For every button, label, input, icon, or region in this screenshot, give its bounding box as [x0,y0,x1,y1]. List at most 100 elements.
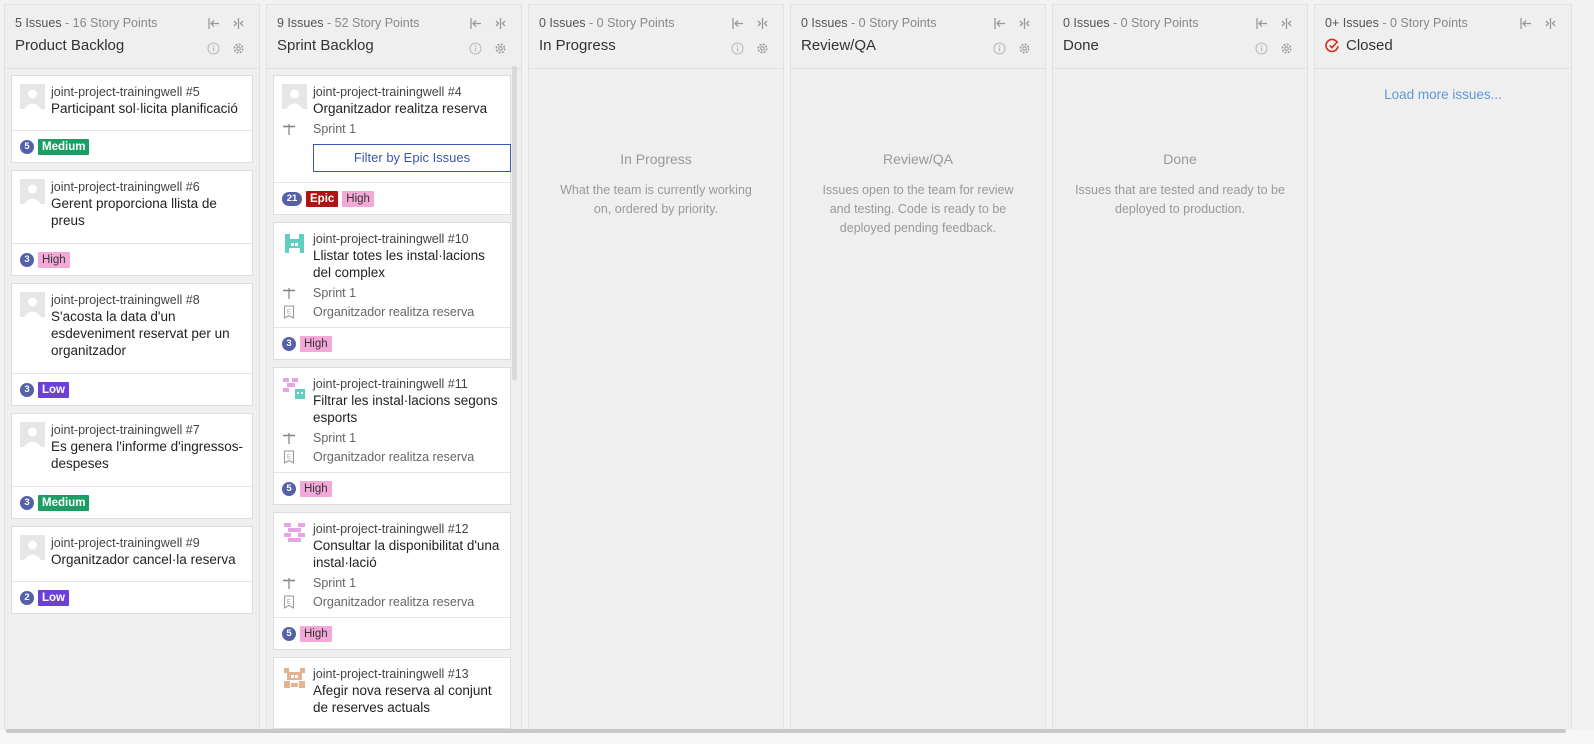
empty-state: In Progress What the team is currently w… [529,69,783,219]
pipeline-in-progress: 0 Issues - 0 Story Points In Progress In… [528,4,784,730]
label-medium[interactable]: Medium [38,138,90,155]
info-icon[interactable] [993,42,1006,55]
info-icon[interactable] [1255,42,1268,55]
issue-repo: joint-project-trainingwell #9 [51,536,200,550]
issue-title[interactable]: Filtrar les instal·lacions segons esport… [313,392,504,426]
epic-label: Organitzador realitza reserva [313,449,475,464]
issue-title[interactable]: Organitzador cancel·la reserva [51,551,246,568]
issue-count: 5 Issues [15,16,62,30]
collapse-pipeline-icon[interactable] [1544,17,1557,30]
issue-card[interactable]: joint-project-trainingwell #8 S'acosta l… [11,283,253,406]
empty-state-title: Done [1163,151,1197,167]
label-high[interactable]: High [38,251,70,268]
pipeline-sprint-backlog: 9 Issues - 52 Story Points Sprint Backlo… [266,4,522,730]
pipeline-body: joint-project-trainingwell #5 Participan… [5,69,259,614]
avatar [20,535,45,560]
milestone: Sprint 1 [283,430,504,445]
pipeline-tools-secondary [731,42,769,55]
issue-count: 0 Issues [539,16,586,30]
label-high[interactable]: High [342,190,374,207]
issue-repo: joint-project-trainingwell #12 [313,522,469,536]
svg-text:E: E [287,599,291,605]
issue-title[interactable]: Consultar la disponibilitat d'una instal… [313,537,504,571]
label-low[interactable]: Low [38,381,69,398]
issue-card[interactable]: joint-project-trainingwell #12 Consultar… [273,512,511,650]
collapse-pipeline-icon[interactable] [232,17,245,30]
issue-card[interactable]: joint-project-trainingwell #5 Participan… [11,75,253,163]
pipeline-tools [731,17,769,30]
issue-count: 9 Issues [277,16,324,30]
collapse-pipeline-icon[interactable] [1018,17,1031,30]
pipeline-product-backlog: 5 Issues - 16 Story Points Product Backl… [4,4,260,730]
label-high[interactable]: High [300,480,332,497]
pipeline-title: Closed [1325,37,1571,54]
issue-card[interactable]: joint-project-trainingwell #7 Es genera … [11,413,253,519]
label-low[interactable]: Low [38,589,69,606]
issue-card[interactable]: joint-project-trainingwell #6 Gerent pro… [11,170,253,276]
issue-card[interactable]: joint-project-trainingwell #4 Organitzad… [273,75,511,215]
load-more-link[interactable]: Load more issues... [1315,69,1571,102]
issue-title[interactable]: Llistar totes les instal·lacions del com… [313,247,504,281]
issue-card[interactable]: joint-project-trainingwell #11 Filtrar l… [273,367,511,505]
milestone-label: Sprint 1 [313,285,357,300]
info-icon[interactable] [469,42,482,55]
collapse-left-icon[interactable] [993,17,1006,30]
label-high[interactable]: High [300,625,332,642]
label-high[interactable]: High [300,335,332,352]
estimate-badge: 5 [282,481,296,496]
milestone: Sprint 1 [283,121,504,136]
issue-title[interactable]: Participant sol·licita planificació [51,100,246,117]
pipeline-tools-secondary [993,42,1031,55]
settings-icon[interactable] [494,42,507,55]
issue-card[interactable]: joint-project-trainingwell #9 Organitzad… [11,526,253,614]
sprint-backlog-scrollbar[interactable] [512,66,517,380]
milestone-icon [282,122,296,136]
collapse-left-icon[interactable] [731,17,744,30]
pipeline-header: 0 Issues - 0 Story Points Review/QA [791,5,1045,69]
issue-repo: joint-project-trainingwell #8 [51,293,200,307]
epic-link[interactable]: E Organitzador realitza reserva [283,594,504,609]
collapse-left-icon[interactable] [1255,17,1268,30]
epic-icon: E [282,304,296,319]
info-icon[interactable] [731,42,744,55]
epic-link[interactable]: E Organitzador realitza reserva [283,304,504,319]
estimate-badge: 21 [282,191,302,206]
issue-title[interactable]: Organitzador realitza reserva [313,100,504,117]
filter-by-epic-button[interactable]: Filter by Epic Issues [313,144,511,172]
label-epic[interactable]: Epic [306,190,339,207]
collapse-left-icon[interactable] [469,17,482,30]
collapse-pipeline-icon[interactable] [756,17,769,30]
avatar [282,666,307,691]
epic-icon: E [282,594,296,609]
issue-card[interactable]: joint-project-trainingwell #13 Afegir no… [273,657,511,729]
settings-icon[interactable] [1280,42,1293,55]
avatar [282,521,307,546]
issue-title[interactable]: Es genera l'informe d'ingressos-despeses [51,438,246,472]
collapse-pipeline-icon[interactable] [1280,17,1293,30]
settings-icon[interactable] [1018,42,1031,55]
epic-icon: E [282,449,296,464]
collapse-left-icon[interactable] [1519,17,1532,30]
issue-title[interactable]: Gerent proporciona llista de preus [51,195,246,229]
avatar [282,376,307,401]
issue-title[interactable]: Afegir nova reserva al conjunt de reserv… [313,682,504,716]
issue-count: 0+ Issues [1325,16,1379,30]
horizontal-scrollbar-thumb[interactable] [6,729,1566,733]
settings-icon[interactable] [756,42,769,55]
story-points: - 0 Story Points [585,16,675,30]
issue-card[interactable]: joint-project-trainingwell #10 Llistar t… [273,222,511,360]
epic-link[interactable]: E Organitzador realitza reserva [283,449,504,464]
collapse-pipeline-icon[interactable] [494,17,507,30]
collapse-left-icon[interactable] [207,17,220,30]
card-footer: 5 Medium [12,130,252,162]
issue-title[interactable]: S'acosta la data d'un esdeveniment reser… [51,308,246,359]
issue-count: 0 Issues [801,16,848,30]
info-icon[interactable] [207,42,220,55]
card-footer: 2 Low [12,581,252,613]
issue-repo: joint-project-trainingwell #11 [313,377,468,391]
settings-icon[interactable] [232,42,245,55]
label-medium[interactable]: Medium [38,494,90,511]
pipeline-header: 0 Issues - 0 Story Points Done [1053,5,1307,69]
milestone-label: Sprint 1 [313,575,357,590]
pipeline-tools [1519,17,1557,30]
